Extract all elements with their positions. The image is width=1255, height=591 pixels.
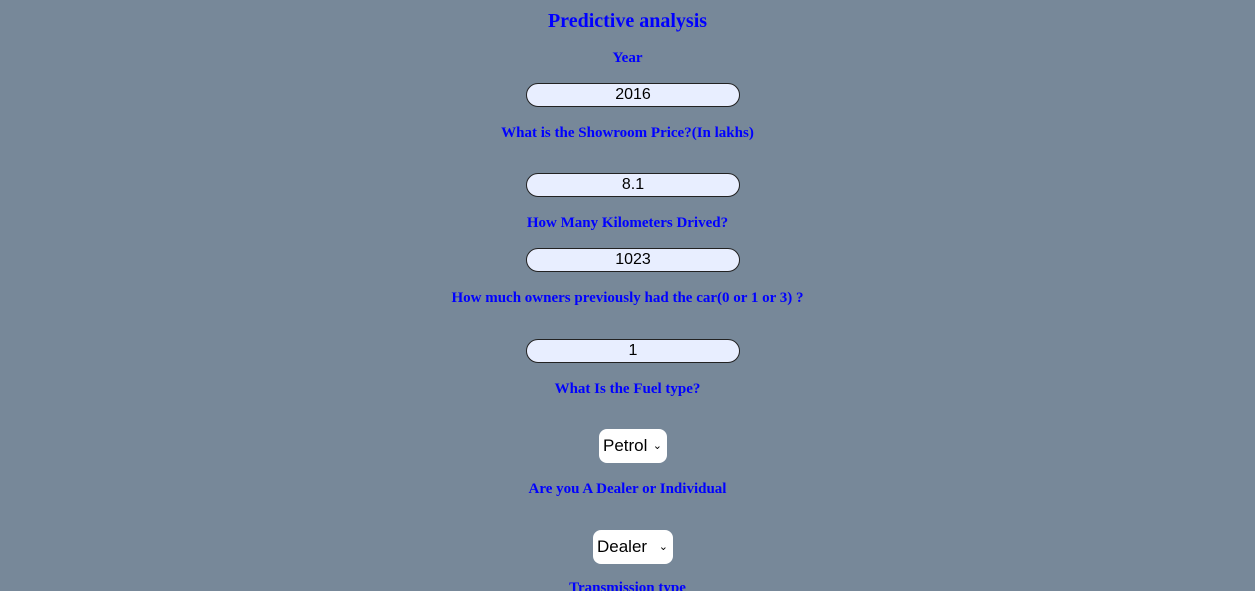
chevron-down-icon: ⌄ [658, 541, 668, 553]
showroom-price-input[interactable]: 8.1 [526, 173, 740, 197]
fuel-type-label: What Is the Fuel type? [554, 381, 701, 397]
seller-type-select[interactable]: Dealer ⌄ [593, 530, 673, 564]
owners-input[interactable]: 1 [526, 339, 740, 363]
page-title: Predictive analysis [547, 10, 708, 32]
chevron-down-icon: ⌄ [652, 440, 662, 452]
year-label: Year [612, 50, 643, 66]
kilometers-input[interactable]: 1023 [526, 248, 740, 272]
fuel-type-select[interactable]: Petrol ⌄ [599, 429, 667, 463]
kilometers-label: How Many Kilometers Drived? [526, 215, 729, 231]
owners-label: How much owners previously had the car(0… [451, 290, 804, 306]
showroom-price-label: What is the Showroom Price?(In lakhs) [501, 125, 754, 141]
seller-type-label: Are you A Dealer or Individual [528, 481, 727, 497]
fuel-type-selected: Petrol [603, 436, 648, 455]
transmission-label: Transmission type [569, 580, 686, 591]
year-input[interactable]: 2016 [526, 83, 740, 107]
seller-type-selected: Dealer [597, 537, 648, 556]
